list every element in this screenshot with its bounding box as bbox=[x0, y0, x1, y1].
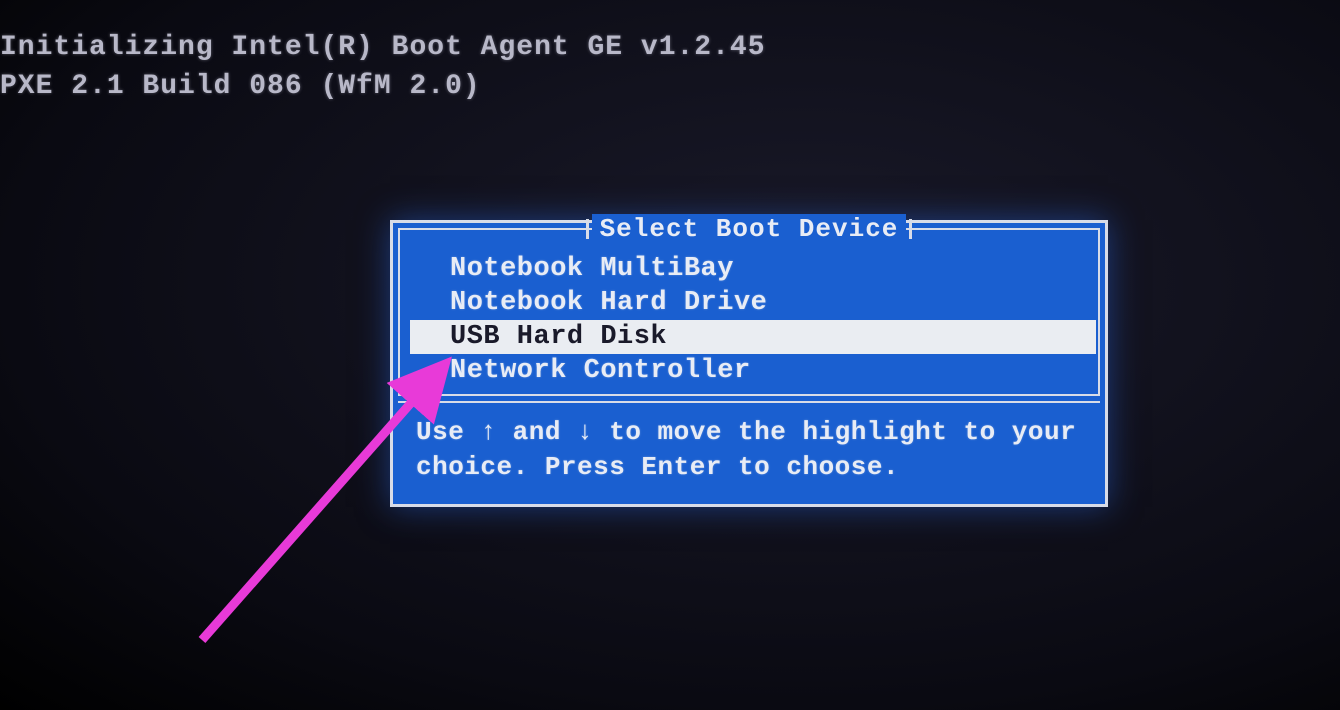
menu-item-multibay[interactable]: Notebook MultiBay bbox=[410, 252, 1088, 286]
menu-title: Select Boot Device bbox=[592, 214, 907, 244]
boot-line-1: Initializing Intel(R) Boot Agent GE v1.2… bbox=[0, 28, 766, 67]
menu-help-text: Use ↑ and ↓ to move the highlight to you… bbox=[398, 401, 1100, 499]
boot-line-2: PXE 2.1 Build 086 (WfM 2.0) bbox=[0, 67, 766, 106]
menu-items: Notebook MultiBay Notebook Hard Drive US… bbox=[400, 230, 1098, 394]
bios-boot-text: Initializing Intel(R) Boot Agent GE v1.2… bbox=[0, 28, 766, 106]
menu-inner-frame: Select Boot Device Notebook MultiBay Not… bbox=[398, 228, 1100, 396]
menu-item-usb-hard-disk[interactable]: USB Hard Disk bbox=[410, 320, 1096, 354]
menu-title-wrap: Select Boot Device bbox=[400, 214, 1098, 244]
boot-device-menu: Select Boot Device Notebook MultiBay Not… bbox=[390, 220, 1108, 507]
menu-item-network-controller[interactable]: Network Controller bbox=[410, 354, 1088, 388]
menu-item-hard-drive[interactable]: Notebook Hard Drive bbox=[410, 286, 1088, 320]
